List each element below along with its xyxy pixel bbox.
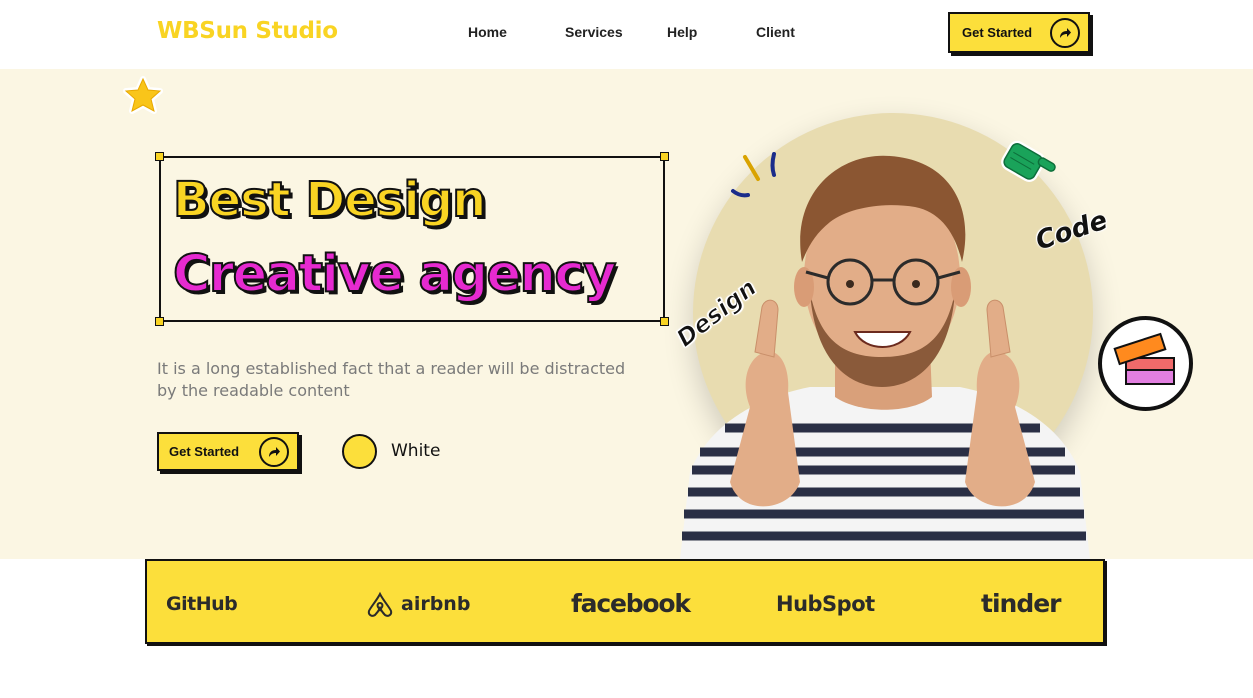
brand-facebook-logo: facebook [571,589,691,618]
airbnb-icon [367,591,393,617]
frame-handle [155,317,164,326]
nav-services[interactable]: Services [565,24,667,40]
share-arrow-icon [259,437,289,467]
color-swatch[interactable] [342,434,377,469]
hero-title-line1: Best Design [172,171,487,229]
frame-handle [660,152,669,161]
partner-logos-strip: GitHub airbnb facebook HubSpot tinder [145,559,1105,644]
header-get-started-label: Get Started [962,25,1033,40]
brand-hubspot-logo: HubSpot [776,591,875,616]
hero-get-started-button[interactable]: Get Started [157,432,299,471]
top-nav: WBSun Studio Home Services Help Client G… [0,0,1253,69]
logo[interactable]: WBSun Studio [157,18,338,44]
hero-description: It is a long established fact that a rea… [157,359,626,400]
frame-handle [155,152,164,161]
brand-airbnb-label: airbnb [401,592,471,615]
nav-client[interactable]: Client [756,24,795,40]
share-arrow-icon [1050,18,1080,48]
stacked-boxes-icon [1098,316,1193,411]
person-photo [680,155,1090,559]
color-swatch-label: White [391,441,441,461]
hero-section: Best Design Creative agency It is a long… [0,69,1253,559]
main-menu: Home Services Help Client [468,24,795,40]
brand-airbnb-logo: airbnb [365,561,470,646]
brand-tinder-logo: tinder [981,589,1061,618]
header-get-started-button[interactable]: Get Started [948,12,1090,53]
frame-handle [660,317,669,326]
brand-github-logo: GitHub [166,592,238,615]
nav-home[interactable]: Home [468,24,565,40]
pointing-hand-icon [1001,140,1056,182]
hero-get-started-label: Get Started [169,444,240,459]
hero-title-line2: Creative agency [172,244,617,305]
nav-help[interactable]: Help [667,24,756,40]
star-icon [123,76,163,114]
